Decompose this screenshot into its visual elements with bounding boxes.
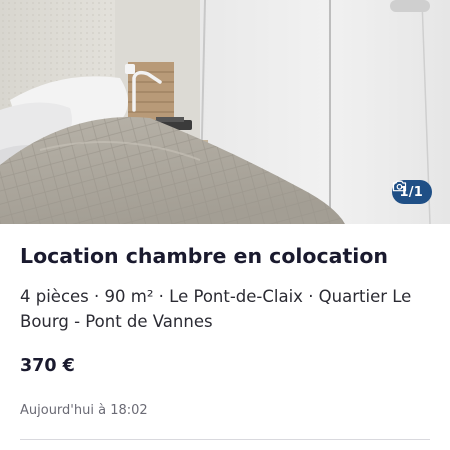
camera-icon <box>392 180 406 192</box>
listing-card[interactable]: 1/1 Location chambre en colocation 4 piè… <box>0 0 450 450</box>
divider <box>20 439 430 440</box>
bedroom-photo-image <box>0 0 450 224</box>
listing-photo[interactable]: 1/1 <box>0 0 450 224</box>
listing-title[interactable]: Location chambre en colocation <box>20 244 388 268</box>
photo-counter-badge[interactable]: 1/1 <box>391 180 432 204</box>
listing-price: 370 € <box>20 356 75 376</box>
listing-date: Aujourd'hui à 18:02 <box>20 403 148 418</box>
listing-description: 4 pièces · 90 m² · Le Pont-de-Claix · Qu… <box>20 287 412 331</box>
